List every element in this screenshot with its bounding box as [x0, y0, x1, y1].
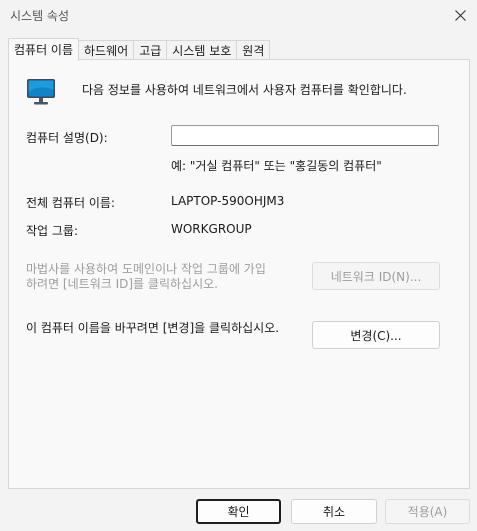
change-button[interactable]: 변경(C)...: [312, 321, 440, 349]
tab-panel-computer-name: 다음 정보를 사용하여 네트워크에서 사용자 컴퓨터를 확인합니다. 컴퓨터 설…: [8, 59, 470, 489]
tab-strip: 컴퓨터 이름 하드웨어 고급 시스템 보호 원격: [8, 38, 271, 61]
network-id-instructions: 마법사를 사용하여 도메인이나 작업 그룹에 가입하려면 [네트워크 ID]를 …: [26, 262, 266, 291]
workgroup-label: 작업 그룹:: [26, 224, 79, 238]
title-bar: 시스템 속성: [0, 0, 477, 30]
close-button[interactable]: [443, 0, 477, 30]
cancel-button[interactable]: 취소: [291, 499, 377, 524]
intro-text: 다음 정보를 사용하여 네트워크에서 사용자 컴퓨터를 확인합니다.: [82, 83, 407, 97]
apply-button[interactable]: 적용(A): [385, 499, 470, 524]
window-title: 시스템 속성: [10, 9, 70, 23]
tab-hardware[interactable]: 하드웨어: [78, 40, 135, 61]
full-name-value: LAPTOP-590OHJM3: [171, 194, 285, 208]
description-example: 예: "거실 컴퓨터" 또는 "홍길동의 컴퓨터": [171, 159, 382, 173]
close-icon: [454, 9, 466, 21]
network-id-button[interactable]: 네트워크 ID(N)...: [312, 262, 440, 290]
full-name-label: 전체 컴퓨터 이름:: [26, 196, 115, 210]
computer-description-input[interactable]: [171, 125, 439, 146]
workgroup-value: WORKGROUP: [171, 222, 252, 236]
tab-remote[interactable]: 원격: [236, 40, 271, 61]
ok-button[interactable]: 확인: [196, 499, 281, 524]
rename-instructions: 이 컴퓨터 이름을 바꾸려면 [변경]을 클릭하십시오.: [26, 321, 280, 335]
description-label: 컴퓨터 설명(D):: [26, 131, 108, 145]
computer-monitor-icon: [27, 79, 55, 105]
tab-advanced[interactable]: 고급: [133, 40, 168, 61]
tab-computer-name[interactable]: 컴퓨터 이름: [8, 38, 80, 61]
tab-system-protection[interactable]: 시스템 보호: [166, 40, 238, 61]
